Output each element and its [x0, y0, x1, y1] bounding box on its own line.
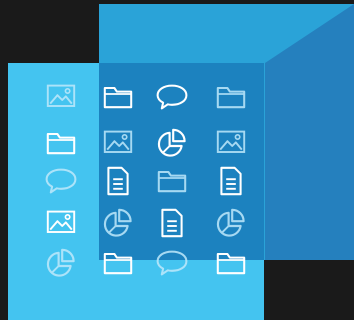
- image-icon: [100, 127, 136, 159]
- chat-bubble-icon: [154, 81, 190, 113]
- pie-chart-icon: [213, 207, 249, 239]
- document-icon: [154, 207, 190, 239]
- chat-bubble-icon: [154, 247, 190, 279]
- folder-icon: [100, 81, 136, 113]
- pie-chart-icon: [154, 127, 190, 159]
- folder-icon: [213, 247, 249, 279]
- folder-icon: [43, 127, 79, 159]
- pie-chart-icon: [43, 247, 79, 279]
- pie-chart-icon: [100, 207, 136, 239]
- folder-icon: [100, 247, 136, 279]
- image-icon: [43, 207, 79, 239]
- folder-icon: [154, 165, 190, 197]
- document-icon: [100, 165, 136, 197]
- image-icon: [213, 127, 249, 159]
- folder-icon: [213, 81, 249, 113]
- chat-bubble-icon: [43, 165, 79, 197]
- document-icon: [213, 165, 249, 197]
- image-icon: [43, 81, 79, 113]
